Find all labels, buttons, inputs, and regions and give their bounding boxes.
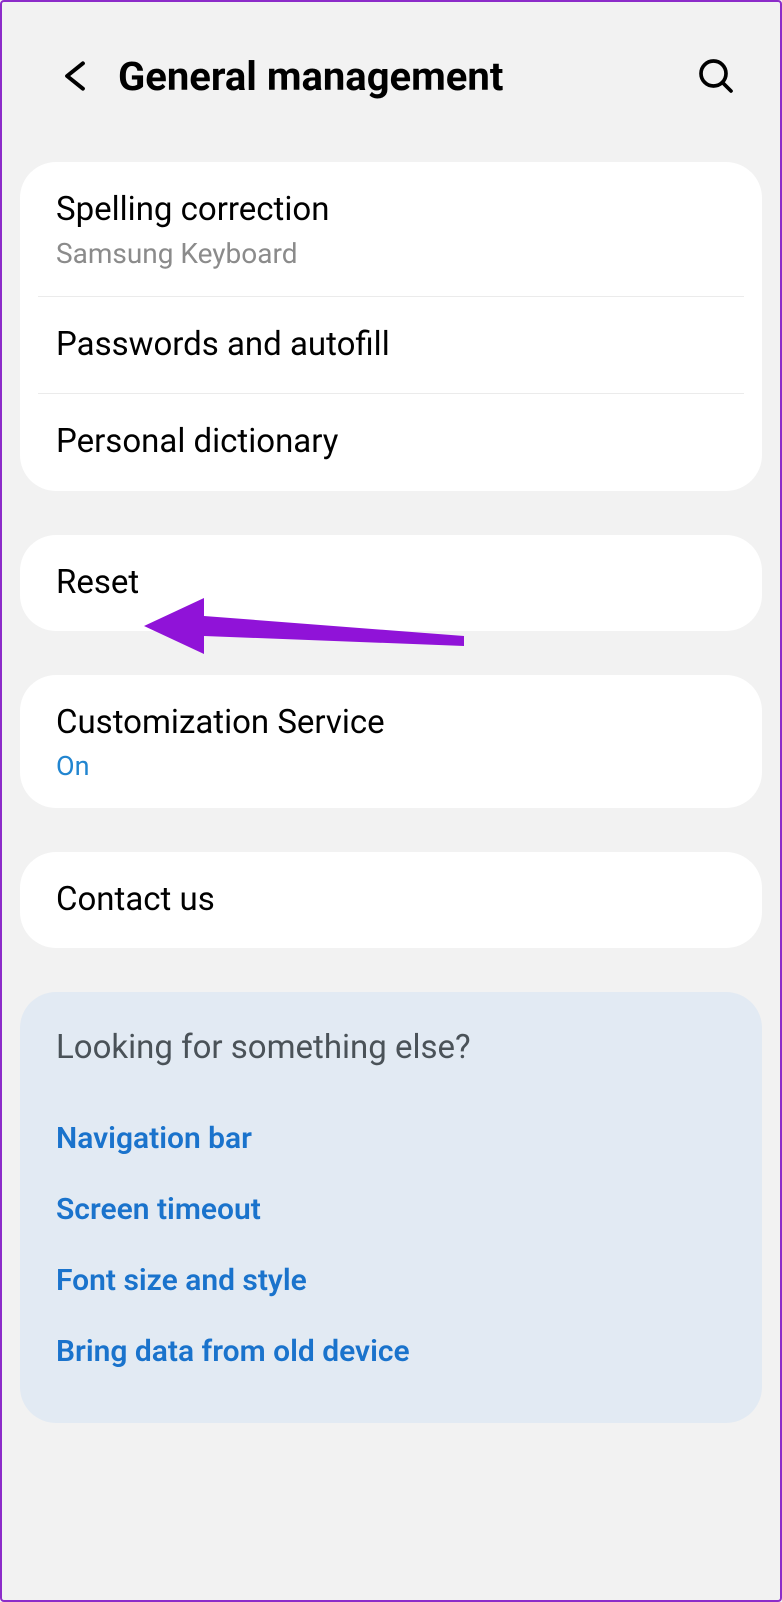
screen-timeout-link[interactable]: Screen timeout bbox=[56, 1174, 726, 1245]
navigation-bar-link[interactable]: Navigation bar bbox=[56, 1103, 726, 1174]
item-title: Personal dictionary bbox=[56, 420, 726, 465]
item-title: Spelling correction bbox=[56, 188, 726, 233]
customization-service-item[interactable]: Customization Service On bbox=[20, 675, 762, 808]
settings-group-2: Reset bbox=[20, 535, 762, 632]
item-status: On bbox=[56, 750, 726, 782]
header: General management bbox=[2, 2, 780, 162]
item-title: Customization Service bbox=[56, 701, 726, 746]
back-icon[interactable] bbox=[56, 57, 94, 95]
item-title: Reset bbox=[56, 561, 726, 606]
settings-group-4: Contact us bbox=[20, 852, 762, 949]
spelling-correction-item[interactable]: Spelling correction Samsung Keyboard bbox=[20, 162, 762, 296]
item-subtitle: Samsung Keyboard bbox=[56, 237, 726, 270]
suggestions-heading: Looking for something else? bbox=[56, 1028, 726, 1067]
bring-data-link[interactable]: Bring data from old device bbox=[56, 1316, 726, 1387]
item-title: Contact us bbox=[56, 878, 726, 923]
passwords-autofill-item[interactable]: Passwords and autofill bbox=[20, 297, 762, 394]
suggestions-card: Looking for something else? Navigation b… bbox=[20, 992, 762, 1423]
search-icon[interactable] bbox=[696, 56, 736, 96]
personal-dictionary-item[interactable]: Personal dictionary bbox=[20, 394, 762, 491]
item-title: Passwords and autofill bbox=[56, 323, 726, 368]
font-size-style-link[interactable]: Font size and style bbox=[56, 1245, 726, 1316]
page-title: General management bbox=[118, 53, 696, 100]
settings-group-3: Customization Service On bbox=[20, 675, 762, 808]
reset-item[interactable]: Reset bbox=[20, 535, 762, 632]
settings-group-1: Spelling correction Samsung Keyboard Pas… bbox=[20, 162, 762, 491]
contact-us-item[interactable]: Contact us bbox=[20, 852, 762, 949]
